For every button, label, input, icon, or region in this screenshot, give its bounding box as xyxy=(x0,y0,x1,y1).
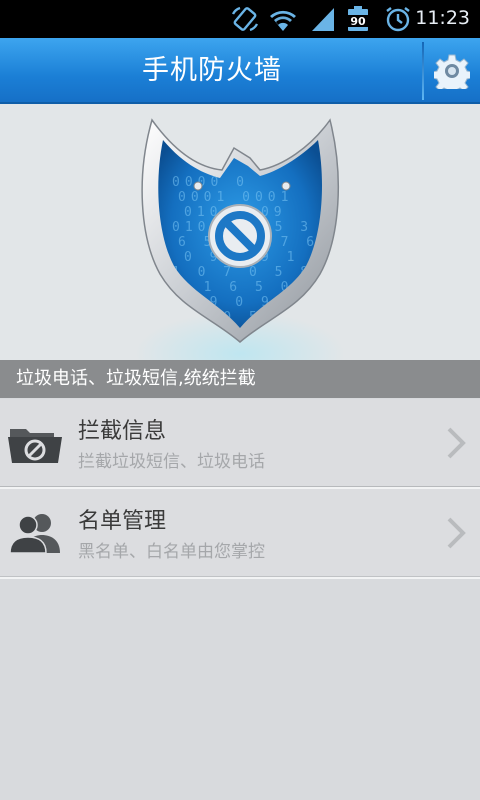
gear-icon xyxy=(434,54,470,89)
blocked-folder-icon xyxy=(8,429,62,463)
title-bar: 手机防火墙 xyxy=(0,38,480,104)
list-divider xyxy=(0,577,480,579)
chevron-right-icon xyxy=(447,517,466,549)
menu-item-subtitle: 黑名单、白名单由您掌控 xyxy=(78,542,265,562)
banner-text: 垃圾电话、垃圾短信,统统拦截 xyxy=(16,368,256,389)
alarm-icon xyxy=(386,7,410,32)
rotation-icon xyxy=(231,6,259,32)
wifi-icon xyxy=(270,10,296,31)
page-title: 手机防火墙 xyxy=(142,55,282,86)
digit-row: 0001 0001 xyxy=(178,190,293,205)
status-bar: 90 11:23 xyxy=(0,0,480,38)
menu-item-intercept[interactable]: 拦截信息 拦截垃圾短信、垃圾电话 xyxy=(0,399,480,487)
chevron-right-icon xyxy=(447,427,466,459)
battery-icon: 90 xyxy=(347,6,369,31)
menu-item-list-management[interactable]: 名单管理 黑名单、白名单由您掌控 xyxy=(0,489,480,577)
menu-item-title: 名单管理 xyxy=(78,509,167,534)
contacts-icon xyxy=(9,514,60,554)
firewall-shield-icon: 0000 00001 0001010 5 09010 9 6 5 36 5 1 … xyxy=(141,118,340,343)
menu-item-subtitle: 拦截垃圾短信、垃圾电话 xyxy=(78,452,265,472)
battery-level: 90 xyxy=(350,15,366,28)
hero-area: 0000 00001 0001010 5 09010 9 6 5 36 5 1 … xyxy=(0,104,480,360)
clock: 11:23 xyxy=(415,7,470,29)
signal-icon xyxy=(312,8,334,31)
digit-row: 0000 0 xyxy=(172,175,249,190)
menu-item-title: 拦截信息 xyxy=(78,419,167,444)
no-entry-icon xyxy=(208,204,272,268)
settings-button[interactable] xyxy=(424,38,480,104)
info-banner: 垃圾电话、垃圾短信,统统拦截 xyxy=(0,360,480,398)
